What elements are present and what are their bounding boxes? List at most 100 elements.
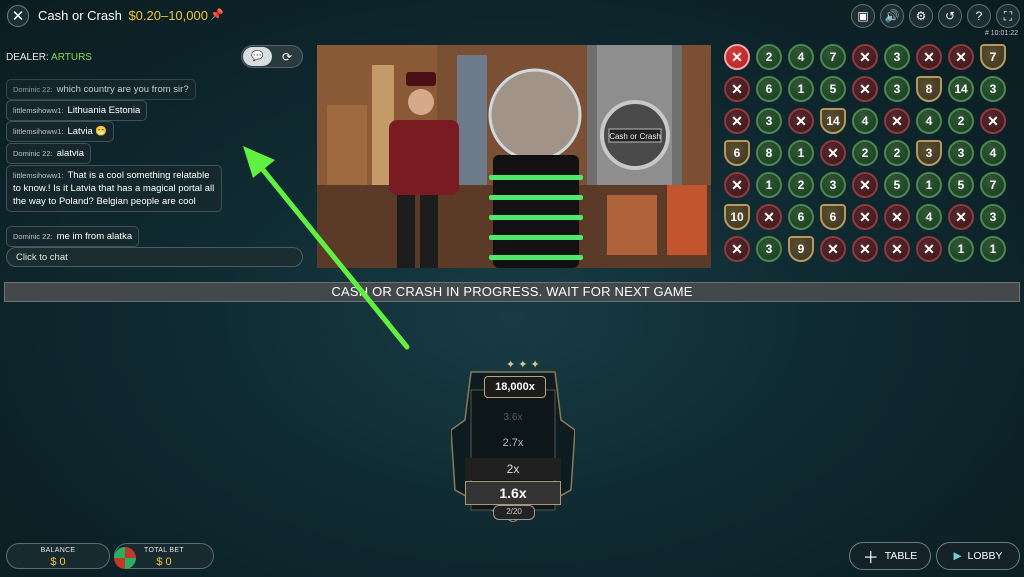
result-crash: ✕ [980, 108, 1006, 134]
result-crash: ✕ [852, 76, 878, 102]
dealer-prefix: DEALER: [6, 52, 49, 63]
level-3-6: 3.6x [503, 412, 523, 423]
chat-message: Dominic 22: alatvia [6, 143, 92, 164]
result-number: 5 [884, 172, 910, 198]
lobby-button[interactable]: ▶ LOBBY [936, 542, 1020, 570]
history-icon[interactable]: ↺ [938, 4, 962, 28]
result-number: 6 [756, 76, 782, 102]
result-crash: ✕ [948, 44, 974, 70]
result-number: 14 [948, 76, 974, 102]
result-crash: ✕ [724, 108, 750, 134]
balance-label: BALANCE [40, 547, 76, 554]
balance-display: BALANCE $ 0 [6, 543, 110, 569]
result-number: 2 [948, 108, 974, 134]
stars-icon: ✦ ✦ ✦ [506, 359, 540, 371]
result-number: 8 [756, 140, 782, 166]
result-crash: ✕ [724, 76, 750, 102]
result-number: 4 [980, 140, 1006, 166]
result-number: 4 [788, 44, 814, 70]
result-crash: ✕ [788, 108, 814, 134]
table-button[interactable]: ＋ TABLE [849, 542, 931, 570]
result-number: 3 [756, 236, 782, 262]
chat-icon[interactable]: 💬 [243, 47, 272, 66]
dealer-name: ARTURS [51, 52, 92, 63]
green-arrow-annotation [243, 146, 410, 350]
chat-message: littlemsihoww1: That is a cool something … [6, 165, 222, 212]
result-number: 6 [788, 204, 814, 230]
result-number: 7 [820, 44, 846, 70]
chat-message: littlemsihoww1: Latvia 😁 [6, 121, 115, 142]
result-shield: 10 [724, 204, 750, 230]
result-number: 3 [980, 204, 1006, 230]
total-bet-label: TOTAL BET [144, 547, 184, 554]
result-crash: ✕ [852, 204, 878, 230]
bet-limits: $0.20–10,000 [128, 8, 208, 23]
result-number: 3 [948, 140, 974, 166]
chat-user: littlemsihoww1: [13, 127, 64, 136]
result-number: 2 [852, 140, 878, 166]
result-number: 4 [916, 204, 942, 230]
svg-text:Cash or Crash: Cash or Crash [609, 132, 661, 141]
result-crash: ✕ [916, 44, 942, 70]
fullscreen-icon[interactable]: ⛶ [996, 4, 1020, 28]
video-icon[interactable]: ▣ [851, 4, 875, 28]
result-crash: ✕ [820, 236, 846, 262]
result-crash: ✕ [852, 236, 878, 262]
result-number: 5 [948, 172, 974, 198]
result-number: 4 [852, 108, 878, 134]
toolbar-icons: ▣ 🔊 ⚙ ↺ ? ⛶ [851, 4, 1020, 28]
result-crash: ✕ [724, 236, 750, 262]
level-2: 2x [465, 458, 561, 480]
result-crash: ✕ [884, 236, 910, 262]
result-shield: 8 [916, 76, 942, 102]
result-number: 2 [884, 140, 910, 166]
result-crash: ✕ [916, 236, 942, 262]
pin-icon[interactable]: 📌 [210, 8, 224, 21]
close-icon: ✕ [11, 8, 25, 25]
chat-message: Dominic 22: which country are you from si… [6, 79, 196, 100]
settings-icon[interactable]: ⚙ [909, 4, 933, 28]
game-title: Cash or Crash $0.20–10,000 [38, 8, 208, 23]
balance-value: $ 0 [50, 556, 66, 568]
current-level: 1.6x [465, 481, 561, 505]
result-number: 1 [788, 140, 814, 166]
status-banner: CASH OR CRASH IN PROGRESS. WAIT FOR NEXT… [4, 282, 1020, 302]
rotate-icon[interactable]: ⟳ [272, 50, 302, 64]
title-text: Cash or Crash [38, 8, 122, 23]
result-crash: ✕ [852, 172, 878, 198]
table-label: TABLE [884, 550, 918, 562]
volume-icon[interactable]: 🔊 [880, 4, 904, 28]
result-number: 3 [884, 44, 910, 70]
chat-message: littlemsihoww1: Lithuania Estonia [6, 100, 148, 121]
chat-text: me im from alatka [56, 231, 133, 242]
help-icon[interactable]: ? [967, 4, 991, 28]
round-clock: # 10:01:22 [984, 30, 1018, 37]
result-shield: 7 [980, 44, 1006, 70]
result-number: 1 [788, 76, 814, 102]
result-number: 1 [756, 172, 782, 198]
result-crash: ✕ [948, 204, 974, 230]
chat-user: littlemsihoww1: [13, 106, 64, 115]
result-shield: 6 [724, 140, 750, 166]
chat-toggle[interactable]: 💬 ⟳ [241, 45, 303, 68]
chat-user: Dominic 22: [13, 85, 53, 94]
chat-text: Latvia 😁 [67, 126, 108, 137]
result-crash: ✕ [724, 172, 750, 198]
result-number: 3 [820, 172, 846, 198]
multiplier-ladder: ✦ ✦ ✦ 18,000x 3.6x 2.7x 2x 1.6x 2/20 [451, 359, 575, 522]
lobby-icon: ▶ [953, 550, 962, 562]
round-progress: 2/20 [493, 505, 535, 520]
result-shield: 6 [820, 204, 846, 230]
chat-user: littlemsihoww1: [13, 171, 64, 180]
result-crash: ✕ [724, 44, 750, 70]
result-crash: ✕ [852, 44, 878, 70]
dealer-label: DEALER: ARTURS [6, 52, 92, 63]
result-number: 3 [980, 76, 1006, 102]
result-crash: ✕ [884, 108, 910, 134]
result-number: 1 [916, 172, 942, 198]
chat-message: Dominic 22: me im from alatka [6, 226, 140, 247]
close-button[interactable]: ✕ [7, 5, 29, 27]
result-number: 2 [756, 44, 782, 70]
chat-user: Dominic 22: [13, 232, 53, 241]
top-bar: ✕ Cash or Crash $0.20–10,000 📌 ▣ 🔊 ⚙ ↺ ?… [0, 0, 1024, 37]
